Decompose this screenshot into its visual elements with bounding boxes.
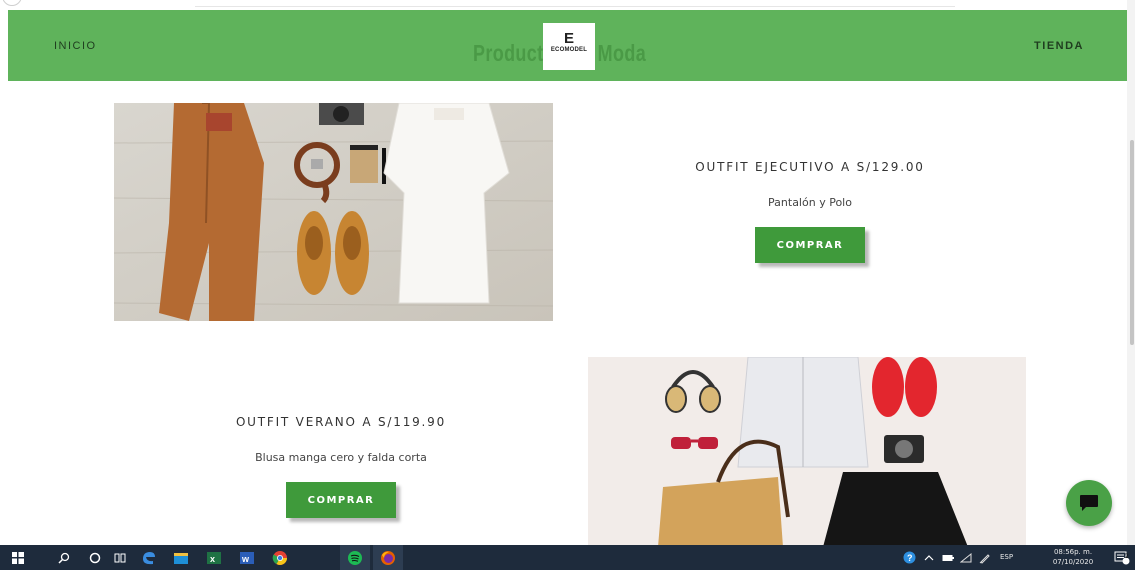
comprar-button-verano[interactable]: COMPRAR (286, 482, 396, 518)
svg-text:?: ? (907, 553, 913, 563)
product-info-verano: OUTFIT VERANO A S/119.90 Blusa manga cer… (202, 415, 480, 518)
clock[interactable]: 08:56p. m. 07/10/2020 (1043, 547, 1103, 567)
edge-icon[interactable] (134, 545, 164, 570)
svg-text:x: x (210, 554, 215, 564)
product-title: OUTFIT EJECUTIVO A S/129.00 (695, 160, 925, 174)
product-title: OUTFIT VERANO A S/119.90 (235, 415, 447, 429)
task-view-icon[interactable] (108, 545, 132, 570)
wifi-icon[interactable] (958, 545, 974, 570)
product-description: Blusa manga cero y falda corta (255, 451, 427, 464)
product-info-ejecutivo: OUTFIT EJECUTIVO A S/129.00 Pantalón y P… (680, 160, 940, 263)
chat-icon (1080, 495, 1098, 511)
excel-icon[interactable]: x (199, 545, 229, 570)
language-indicator[interactable]: ESP (1000, 553, 1013, 561)
word-icon[interactable]: w (232, 545, 262, 570)
clock-date: 07/10/2020 (1052, 558, 1094, 566)
notifications-icon[interactable]: 2 (1111, 545, 1133, 570)
logo-letter: E (563, 30, 574, 47)
svg-text:w: w (241, 554, 250, 564)
browser-tab-edge (2, 0, 22, 6)
page-scrollbar-thumb[interactable] (1130, 140, 1134, 345)
nav-inicio-link[interactable]: INICIO (54, 40, 97, 52)
comprar-button-ejecutivo[interactable]: COMPRAR (755, 227, 865, 263)
chat-button[interactable] (1066, 480, 1112, 526)
windows-start-icon[interactable] (6, 545, 30, 570)
search-icon[interactable] (52, 545, 76, 570)
browser-top-strip (0, 0, 1135, 10)
cortana-icon[interactable] (83, 545, 107, 570)
site-header: INICIO Productos de Moda E ECOMODEL TIEN… (8, 10, 1127, 81)
spotify-icon[interactable] (340, 545, 370, 570)
product-image-verano (588, 357, 1026, 547)
nav-tienda-link[interactable]: TIENDA (1034, 40, 1084, 52)
file-explorer-icon[interactable] (166, 545, 196, 570)
ecomodel-logo[interactable]: E ECOMODEL (543, 23, 595, 70)
product-image-ejecutivo (114, 103, 553, 321)
help-icon[interactable]: ? (900, 545, 918, 570)
pen-icon[interactable] (977, 545, 993, 570)
firefox-icon[interactable] (373, 545, 403, 570)
product-description: Pantalón y Polo (768, 196, 852, 209)
browser-divider (195, 6, 955, 7)
windows-taskbar: x w ? ESP 08:56p. m. 07/10/2020 2 (0, 545, 1135, 570)
clock-time: 08:56p. m. (1053, 548, 1093, 556)
chrome-icon[interactable] (265, 545, 295, 570)
notification-count: 2 (1125, 553, 1129, 560)
chevron-up-icon[interactable] (921, 545, 937, 570)
battery-icon[interactable] (940, 545, 956, 570)
logo-text: ECOMODEL (550, 47, 588, 53)
